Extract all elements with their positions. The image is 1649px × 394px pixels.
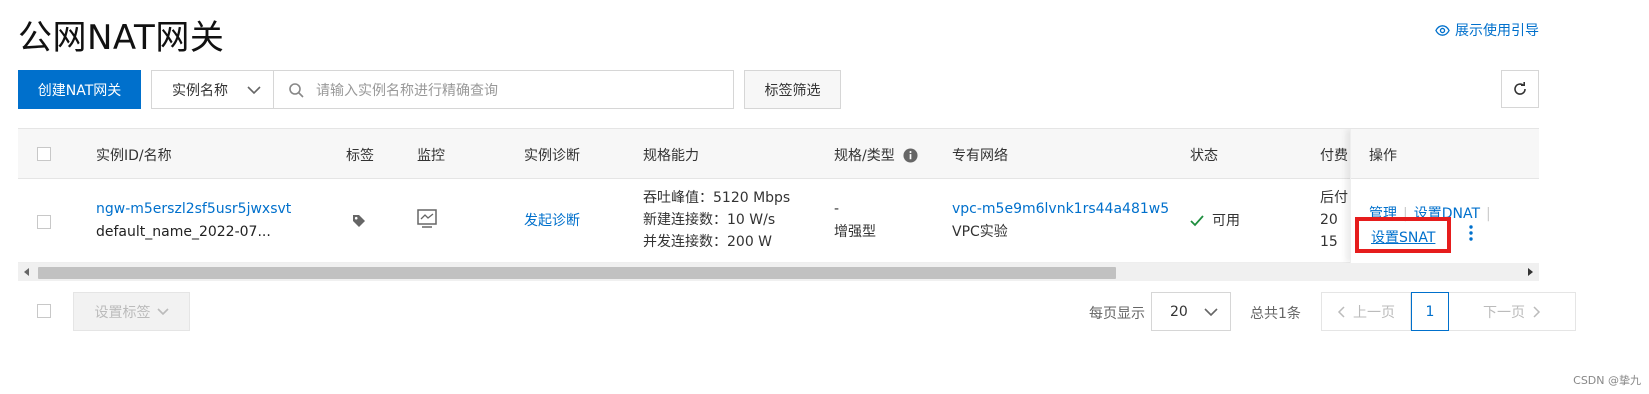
set-tag-label: 设置标签	[94, 304, 151, 321]
page-title: 公网NAT网关	[18, 18, 225, 58]
column-header: 规格/类型	[834, 148, 895, 164]
column-header: 付费	[1320, 148, 1348, 164]
prev-page-button[interactable]: 上一页	[1321, 292, 1411, 331]
search-type-select[interactable]: 实例名称	[151, 70, 274, 109]
chevron-left-icon	[1337, 305, 1345, 318]
scroll-right-icon[interactable]	[1528, 268, 1533, 276]
chevron-right-icon	[1533, 305, 1541, 318]
toolbar: 创建NAT网关 实例名称 标签筛选	[18, 70, 841, 109]
monitor-icon[interactable]	[417, 209, 437, 233]
chevron-down-icon	[156, 307, 169, 315]
billing-time: 15	[1320, 234, 1338, 250]
instance-table: 实例ID/名称 标签 监控 实例诊断 规格能力 规格/类型 专有网络 状态 付费…	[18, 128, 1539, 281]
horizontal-scrollbar[interactable]	[18, 263, 1539, 281]
column-header: 实例ID/名称	[96, 148, 172, 164]
status-badge: 可用	[1190, 210, 1240, 232]
diagnose-link[interactable]: 发起诊断	[524, 210, 580, 232]
scrollbar-thumb[interactable]	[38, 267, 1116, 279]
refresh-icon	[1514, 82, 1526, 95]
eye-icon	[1435, 24, 1450, 36]
column-header: 实例诊断	[524, 148, 580, 164]
billing-date: 20	[1320, 212, 1338, 228]
guide-link-label: 展示使用引导	[1455, 23, 1539, 39]
page-button-current[interactable]: 1	[1411, 292, 1449, 331]
vpc-id-link[interactable]: vpc-m5e9m6lvnk1rs44a481w5	[952, 198, 1169, 220]
footer-select-all-checkbox[interactable]	[37, 304, 51, 318]
set-snat-link[interactable]: 设置SNAT	[1371, 227, 1435, 247]
chevron-down-icon	[247, 85, 261, 94]
refresh-button[interactable]	[1501, 70, 1539, 108]
column-header: 监控	[417, 148, 445, 164]
table-header: 实例ID/名称 标签 监控 实例诊断 规格能力 规格/类型 专有网络 状态 付费	[18, 129, 1539, 179]
next-page-label: 下一页	[1483, 304, 1525, 321]
column-header: 标签	[346, 148, 374, 164]
set-tag-button[interactable]: 设置标签	[73, 292, 190, 331]
status-text: 可用	[1212, 213, 1240, 229]
page-size-select[interactable]: 20	[1151, 292, 1231, 331]
separator: |	[1486, 206, 1491, 222]
instance-id-link[interactable]: ngw-m5erszl2sf5usr5jwxsvt	[96, 198, 291, 220]
pagination: 上一页 1 下一页	[1321, 292, 1576, 331]
spec-concurrent-connections: 并发连接数：200 W	[643, 234, 773, 250]
prev-page-label: 上一页	[1353, 304, 1395, 321]
page-size-value: 20	[1170, 303, 1188, 320]
spec-new-connections: 新建连接数：10 W/s	[643, 212, 776, 228]
column-header: 状态	[1190, 148, 1218, 164]
scroll-left-icon[interactable]	[24, 268, 29, 276]
billing-type: 后付	[1320, 190, 1348, 206]
search-icon	[289, 82, 304, 98]
column-header: 操作	[1351, 129, 1539, 179]
spec-type: 增强型	[834, 224, 876, 240]
table-footer: 设置标签 每页显示 20 总共1条 上一页 1 下一页	[18, 292, 1576, 331]
column-header: 专有网络	[952, 148, 1008, 164]
guide-link[interactable]: 展示使用引导	[1435, 20, 1539, 40]
search-input[interactable]	[316, 81, 716, 98]
highlight-box: 设置SNAT	[1355, 217, 1451, 253]
tag-icon[interactable]	[352, 213, 366, 232]
search-type-value: 实例名称	[172, 82, 228, 99]
create-nat-button[interactable]: 创建NAT网关	[18, 70, 141, 109]
next-page-button[interactable]: 下一页	[1449, 292, 1576, 331]
info-icon[interactable]	[903, 147, 918, 163]
vpc-name: VPC实验	[952, 224, 1008, 240]
page-size-label: 每页显示	[1089, 306, 1145, 322]
total-count: 总共1条	[1250, 306, 1301, 322]
search-box	[274, 70, 734, 109]
chevron-down-icon	[1204, 307, 1218, 316]
select-all-checkbox[interactable]	[37, 147, 51, 161]
spec-throughput: 吞吐峰值：5120 Mbps	[643, 190, 791, 206]
watermark: CSDN @挚九	[1573, 374, 1641, 387]
column-header-spec-type: 规格/类型	[834, 145, 918, 165]
table-row: ngw-m5erszl2sf5usr5jwxsvt default_name_2…	[18, 179, 1539, 263]
more-icon[interactable]	[1468, 224, 1474, 242]
tag-filter-button[interactable]: 标签筛选	[744, 70, 841, 109]
instance-name: default_name_2022-07...	[96, 224, 271, 240]
row-checkbox[interactable]	[37, 215, 51, 229]
check-icon	[1190, 215, 1204, 227]
spec-dash: -	[834, 201, 840, 217]
column-header: 规格能力	[643, 148, 699, 164]
